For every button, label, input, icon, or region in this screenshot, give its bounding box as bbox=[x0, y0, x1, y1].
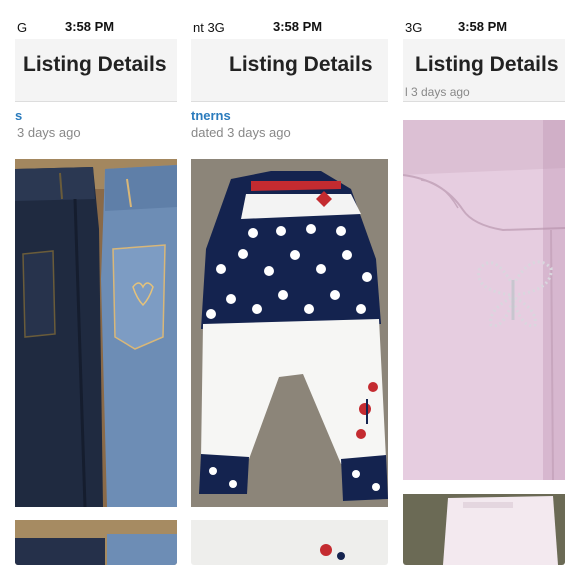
nav-bar: Listing Details bbox=[15, 39, 177, 102]
listing-screenshot-3: 3G 3:58 PM Listing Details l 3 days ago bbox=[403, 15, 565, 565]
status-bar: 3G 3:58 PM bbox=[403, 15, 565, 39]
page-title: Listing Details bbox=[229, 53, 373, 76]
nav-bar: Listing Details bbox=[191, 39, 388, 102]
listing-photo-thumbnail[interactable] bbox=[15, 520, 177, 565]
status-bar: G 3:58 PM bbox=[15, 15, 177, 39]
carrier-label: 3G bbox=[405, 20, 423, 35]
page-title: Listing Details bbox=[23, 53, 167, 76]
updated-timestamp: 3 days ago bbox=[17, 125, 81, 140]
listing-photo[interactable] bbox=[191, 159, 388, 507]
carrier-label: G bbox=[17, 20, 28, 35]
listing-photo[interactable] bbox=[15, 159, 177, 507]
listing-screenshot-2: nt 3G 3:58 PM Listing Details tnerns dat… bbox=[191, 15, 388, 565]
listing-photo[interactable] bbox=[403, 120, 565, 480]
status-time: 3:58 PM bbox=[65, 19, 115, 34]
listing-screenshot-1: G 3:58 PM Listing Details s 3 days ago bbox=[15, 15, 177, 565]
listing-photo-thumbnail[interactable] bbox=[403, 480, 565, 565]
updated-timestamp: dated 3 days ago bbox=[191, 125, 291, 140]
seller-name-link[interactable]: s bbox=[15, 108, 22, 123]
updated-timestamp: l 3 days ago bbox=[405, 85, 470, 99]
page-title: Listing Details bbox=[415, 53, 559, 76]
status-time: 3:58 PM bbox=[458, 19, 508, 34]
listing-photo-thumbnail[interactable] bbox=[191, 520, 388, 565]
seller-name-link[interactable]: tnerns bbox=[191, 108, 231, 123]
status-bar: nt 3G 3:58 PM bbox=[191, 15, 388, 39]
carrier-label: nt 3G bbox=[193, 20, 225, 35]
status-time: 3:58 PM bbox=[273, 19, 323, 34]
